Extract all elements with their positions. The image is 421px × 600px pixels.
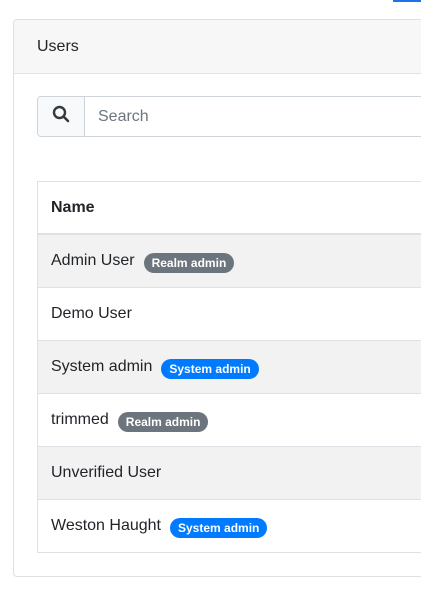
role-badge: Realm admin (117, 412, 209, 432)
table-row[interactable]: trimmed Realm admin (38, 394, 421, 447)
card-header: Users (14, 20, 421, 74)
user-name[interactable]: trimmed (51, 411, 109, 429)
table-row[interactable]: Weston Haught System admin (38, 500, 421, 553)
column-header-name[interactable]: Name (38, 182, 421, 235)
top-accent-bar (393, 0, 421, 2)
user-name[interactable]: Weston Haught (51, 517, 161, 535)
user-name[interactable]: Unverified User (51, 464, 161, 482)
users-table: Name Admin User Realm admin Demo User Syste… (37, 181, 421, 553)
user-name[interactable]: Admin User (51, 252, 135, 270)
role-badge: System admin (161, 359, 259, 379)
search-icon (52, 105, 70, 128)
role-badge: System admin (170, 518, 268, 538)
search-addon[interactable] (38, 97, 85, 136)
table-row[interactable]: Demo User (38, 288, 421, 341)
table-row[interactable]: Unverified User (38, 447, 421, 500)
user-name[interactable]: System admin (51, 358, 152, 376)
user-name[interactable]: Demo User (51, 305, 132, 323)
table-row[interactable]: Admin User Realm admin (38, 235, 421, 288)
table-row[interactable]: System admin System admin (38, 341, 421, 394)
users-card: Users Name Admin User Realm admin Demo Use… (13, 19, 421, 577)
search-input[interactable] (85, 97, 421, 136)
column-header-label: Name (51, 198, 95, 216)
role-badge: Realm admin (143, 253, 235, 273)
card-title: Users (37, 37, 79, 55)
search-group (37, 96, 421, 137)
